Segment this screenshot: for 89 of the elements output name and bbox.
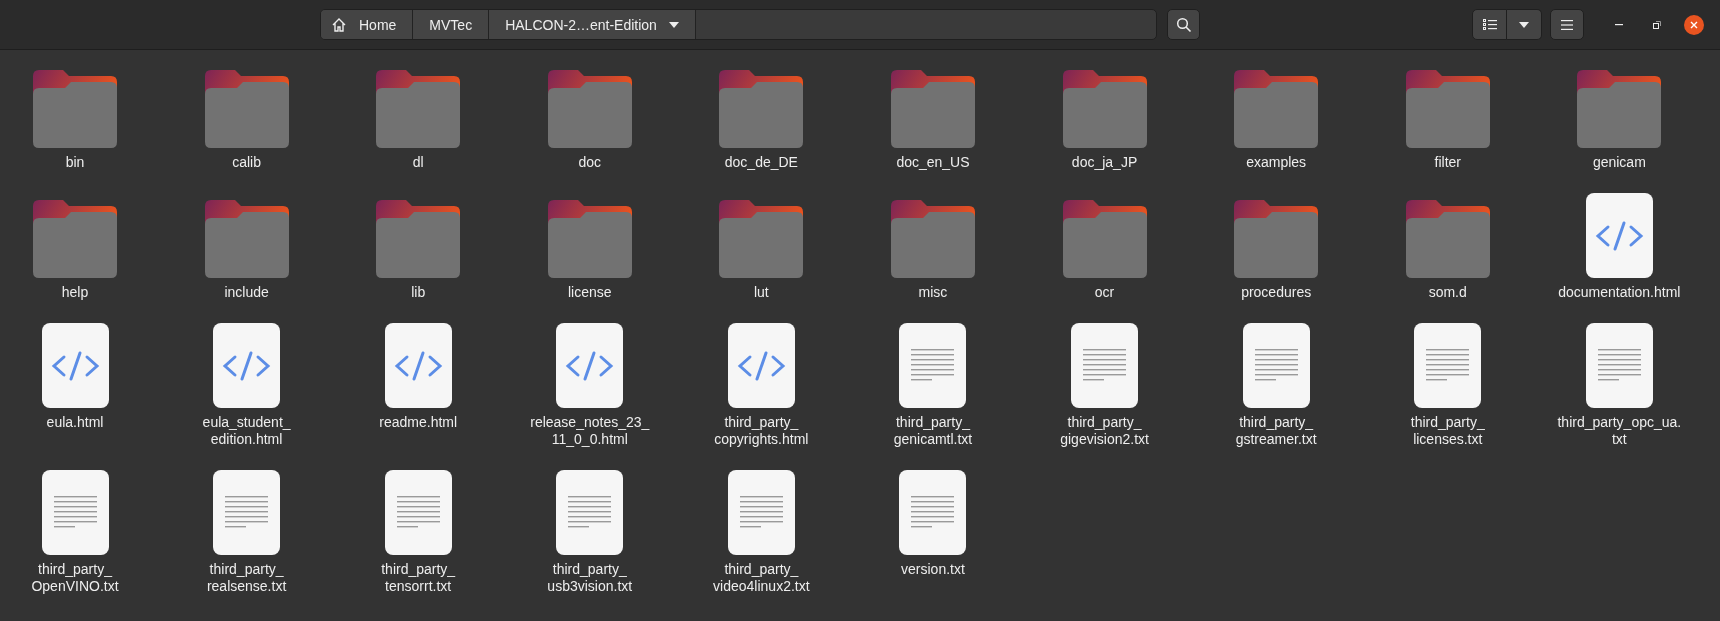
folder-icon — [547, 200, 632, 278]
code-file-icon — [727, 323, 795, 408]
file-name[interactable]: som.d — [1428, 284, 1467, 301]
list-view-button[interactable] — [1472, 9, 1507, 40]
file-name[interactable]: misc — [918, 284, 948, 301]
file-name[interactable]: doc_en_US — [896, 154, 970, 171]
text-file-icon — [41, 470, 109, 555]
file-name[interactable]: third_party_gstreamer.txt — [1213, 414, 1339, 448]
folder-icon — [1062, 70, 1147, 148]
file-name[interactable]: third_party_opc_ua.txt — [1557, 414, 1682, 448]
code-file-icon — [384, 323, 452, 408]
file-name[interactable]: third_party_genicamtl.txt — [870, 414, 996, 448]
file-name[interactable]: ocr — [1094, 284, 1115, 301]
file-name[interactable]: lut — [753, 284, 769, 301]
folder-icon — [376, 70, 461, 148]
folder-icon — [33, 70, 117, 148]
file-name[interactable]: include — [224, 284, 269, 301]
text-file-icon — [556, 470, 624, 555]
file-name[interactable]: genicam — [1592, 154, 1646, 171]
path-segment[interactable]: Home — [321, 10, 414, 39]
file-name[interactable]: third_party_copyrights.html — [699, 414, 824, 448]
path-segment[interactable]: HALCON-2…ent-Edition — [489, 10, 696, 39]
file-name[interactable]: procedures — [1241, 284, 1312, 301]
file-name[interactable]: bin — [65, 154, 85, 171]
file-name[interactable]: filter — [1434, 154, 1461, 171]
home-icon — [331, 16, 347, 33]
file-name[interactable]: third_party_video4linux2.txt — [699, 561, 824, 595]
file-name[interactable]: third_party_realsense.txt — [184, 561, 309, 595]
file-name[interactable]: dl — [412, 154, 424, 171]
search-button[interactable] — [1167, 9, 1200, 40]
text-file-icon — [1585, 323, 1653, 408]
folder-icon — [1405, 200, 1490, 278]
list-icon — [1482, 18, 1497, 31]
file-name[interactable]: eula_student_edition.html — [184, 414, 309, 448]
search-icon — [1175, 16, 1192, 33]
menu-icon — [1561, 19, 1573, 30]
file-name[interactable]: third_party_usb3vision.txt — [527, 561, 653, 595]
folder-icon — [890, 70, 975, 148]
caret-icon — [1519, 21, 1529, 28]
folder-icon — [1405, 70, 1490, 148]
file-name[interactable]: third_party_licenses.txt — [1385, 414, 1510, 448]
caret-icon — [668, 21, 679, 28]
folder-icon — [204, 200, 289, 278]
file-name[interactable]: third_party_gigevision2.txt — [1042, 414, 1167, 448]
file-name[interactable]: license — [568, 284, 612, 301]
text-file-icon — [384, 470, 452, 555]
folder-icon — [1062, 200, 1147, 278]
folder-icon — [1234, 200, 1319, 278]
text-file-icon — [899, 323, 967, 408]
menu-button[interactable] — [1550, 9, 1584, 40]
file-name[interactable]: version.txt — [901, 561, 965, 578]
code-file-icon — [213, 323, 281, 408]
file-name[interactable]: third_party_tensorrt.txt — [355, 561, 481, 595]
file-name[interactable]: help — [61, 284, 89, 301]
file-name[interactable]: examples — [1246, 154, 1307, 171]
file-name[interactable]: release_notes_23_11_0_0.html — [527, 414, 653, 448]
code-file-icon — [556, 323, 624, 408]
view-options-button[interactable] — [1507, 9, 1542, 40]
folder-icon — [1577, 70, 1662, 148]
restore-icon — [1653, 20, 1661, 29]
file-name[interactable]: doc — [578, 154, 602, 171]
file-name[interactable]: calib — [232, 154, 261, 171]
file-name[interactable]: eula.html — [46, 414, 104, 431]
file-name[interactable]: documentation.html — [1558, 284, 1681, 301]
file-name[interactable]: readme.html — [379, 414, 458, 431]
close-icon — [1690, 20, 1698, 29]
minimize-icon — [1615, 23, 1623, 26]
folder-icon — [547, 70, 632, 148]
text-file-icon — [1071, 323, 1139, 408]
code-file-icon — [41, 323, 109, 408]
file-name[interactable]: doc_de_DE — [724, 154, 798, 171]
code-file-icon — [1585, 193, 1653, 278]
folder-icon — [719, 200, 804, 278]
file-name[interactable]: third_party_OpenVINO.txt — [12, 561, 138, 595]
path-segment[interactable]: MVTec — [413, 10, 490, 39]
close-button[interactable] — [1684, 14, 1704, 35]
folder-icon — [719, 70, 804, 148]
folder-icon — [33, 200, 117, 278]
text-file-icon — [899, 470, 967, 555]
file-name[interactable]: doc_ja_JP — [1071, 154, 1138, 171]
text-file-icon — [213, 470, 281, 555]
text-file-icon — [1414, 323, 1482, 408]
folder-icon — [376, 200, 461, 278]
folder-icon — [1234, 70, 1319, 148]
text-file-icon — [1242, 323, 1310, 408]
text-file-icon — [727, 470, 795, 555]
folder-icon — [204, 70, 289, 148]
folder-icon — [890, 200, 975, 278]
file-name[interactable]: lib — [411, 284, 426, 301]
